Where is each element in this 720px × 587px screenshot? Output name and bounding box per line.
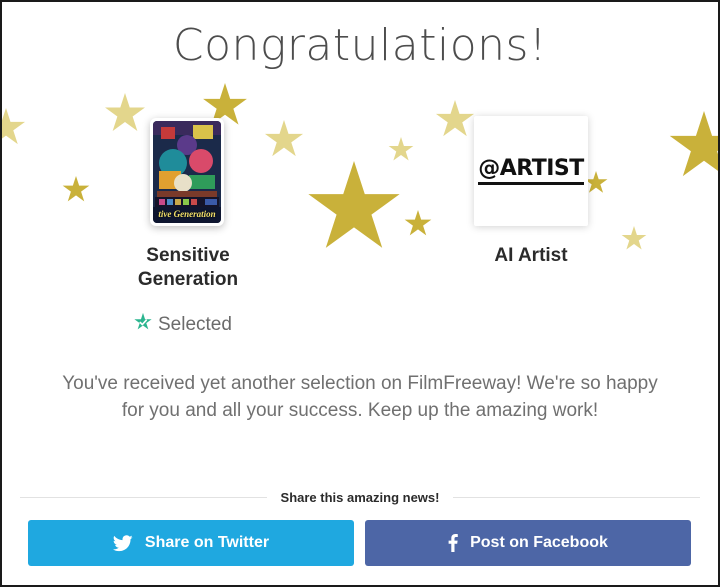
selection-status: Selected [133, 312, 232, 338]
poster-artwork: tive Generation [153, 121, 221, 223]
share-heading: Share this amazing news! [280, 490, 440, 505]
divider-line-left [20, 497, 267, 498]
share-divider: Share this amazing news! [20, 490, 700, 505]
film-poster[interactable]: tive Generation [150, 118, 224, 226]
share-on-twitter-button[interactable]: Share on Twitter [28, 520, 354, 566]
festival-title[interactable]: AI Artist [454, 244, 608, 268]
facebook-button-label: Post on Facebook [470, 534, 608, 551]
film-title[interactable]: Sensitive Generation [112, 244, 264, 292]
poster-caption: tive Generation [158, 209, 216, 219]
post-on-facebook-button[interactable]: Post on Facebook [365, 520, 691, 566]
divider-line-right [453, 497, 700, 498]
festival-logo-text: @ARTIST [478, 157, 584, 185]
facebook-f-icon [448, 534, 458, 552]
congratulations-dialog: Congratulations! tive Generation @ARTIST… [0, 0, 720, 587]
page-title: Congratulations! [172, 20, 548, 71]
twitter-bird-icon [112, 534, 133, 552]
festival-logo[interactable]: @ARTIST [474, 116, 588, 226]
selection-status-label: Selected [158, 314, 232, 335]
twitter-button-label: Share on Twitter [144, 534, 270, 551]
congratulations-message: You've received yet another selection on… [62, 373, 658, 421]
star-check-icon [133, 312, 153, 338]
